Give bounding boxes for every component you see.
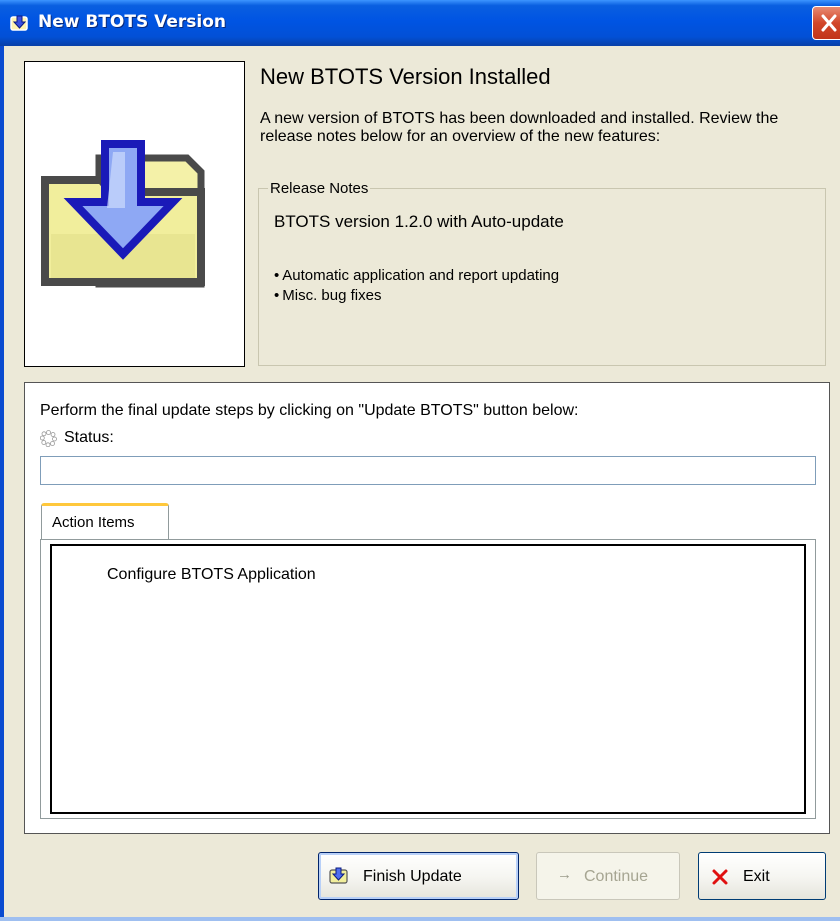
release-notes-legend: Release Notes	[268, 180, 371, 197]
x-icon	[712, 869, 728, 885]
update-app-icon	[329, 867, 348, 884]
tab-label: Action Items	[52, 514, 135, 531]
title-bar: New BTOTS Version	[0, 0, 840, 46]
download-image-panel	[24, 61, 245, 367]
window-frame-left	[0, 46, 4, 921]
tab-action-items[interactable]: Action Items	[41, 503, 169, 540]
spinner-icon	[40, 430, 57, 447]
status-label: Status:	[64, 429, 114, 446]
arrow-right-icon: →	[557, 866, 572, 883]
close-button[interactable]	[812, 6, 840, 40]
list-item[interactable]: Configure BTOTS Application	[107, 566, 316, 584]
status-field	[40, 456, 816, 485]
finish-update-button[interactable]: Finish Update	[318, 852, 519, 900]
exit-button[interactable]: Exit	[698, 852, 826, 900]
finish-update-label: Finish Update	[363, 868, 462, 885]
update-instruction: Perform the final update steps by clicki…	[40, 402, 579, 419]
continue-label: Continue	[584, 868, 649, 885]
list-item: Automatic application and report updatin…	[274, 266, 559, 286]
window-frame-bottom	[0, 917, 840, 921]
page-title: New BTOTS Version Installed	[260, 64, 551, 89]
release-notes-version: BTOTS version 1.2.0 with Auto-update	[274, 212, 564, 231]
intro-text: A new version of BTOTS has been download…	[260, 110, 779, 145]
list-item: Misc. bug fixes	[274, 286, 559, 306]
window-title: New BTOTS Version	[38, 12, 227, 32]
action-items-list	[50, 544, 806, 814]
download-arrow-icon	[41, 140, 205, 288]
continue-button[interactable]: → Continue	[536, 852, 680, 900]
exit-label: Exit	[743, 868, 770, 885]
release-notes-list: Automatic application and report updatin…	[274, 266, 559, 306]
update-app-icon	[10, 15, 28, 31]
close-icon	[821, 14, 837, 32]
